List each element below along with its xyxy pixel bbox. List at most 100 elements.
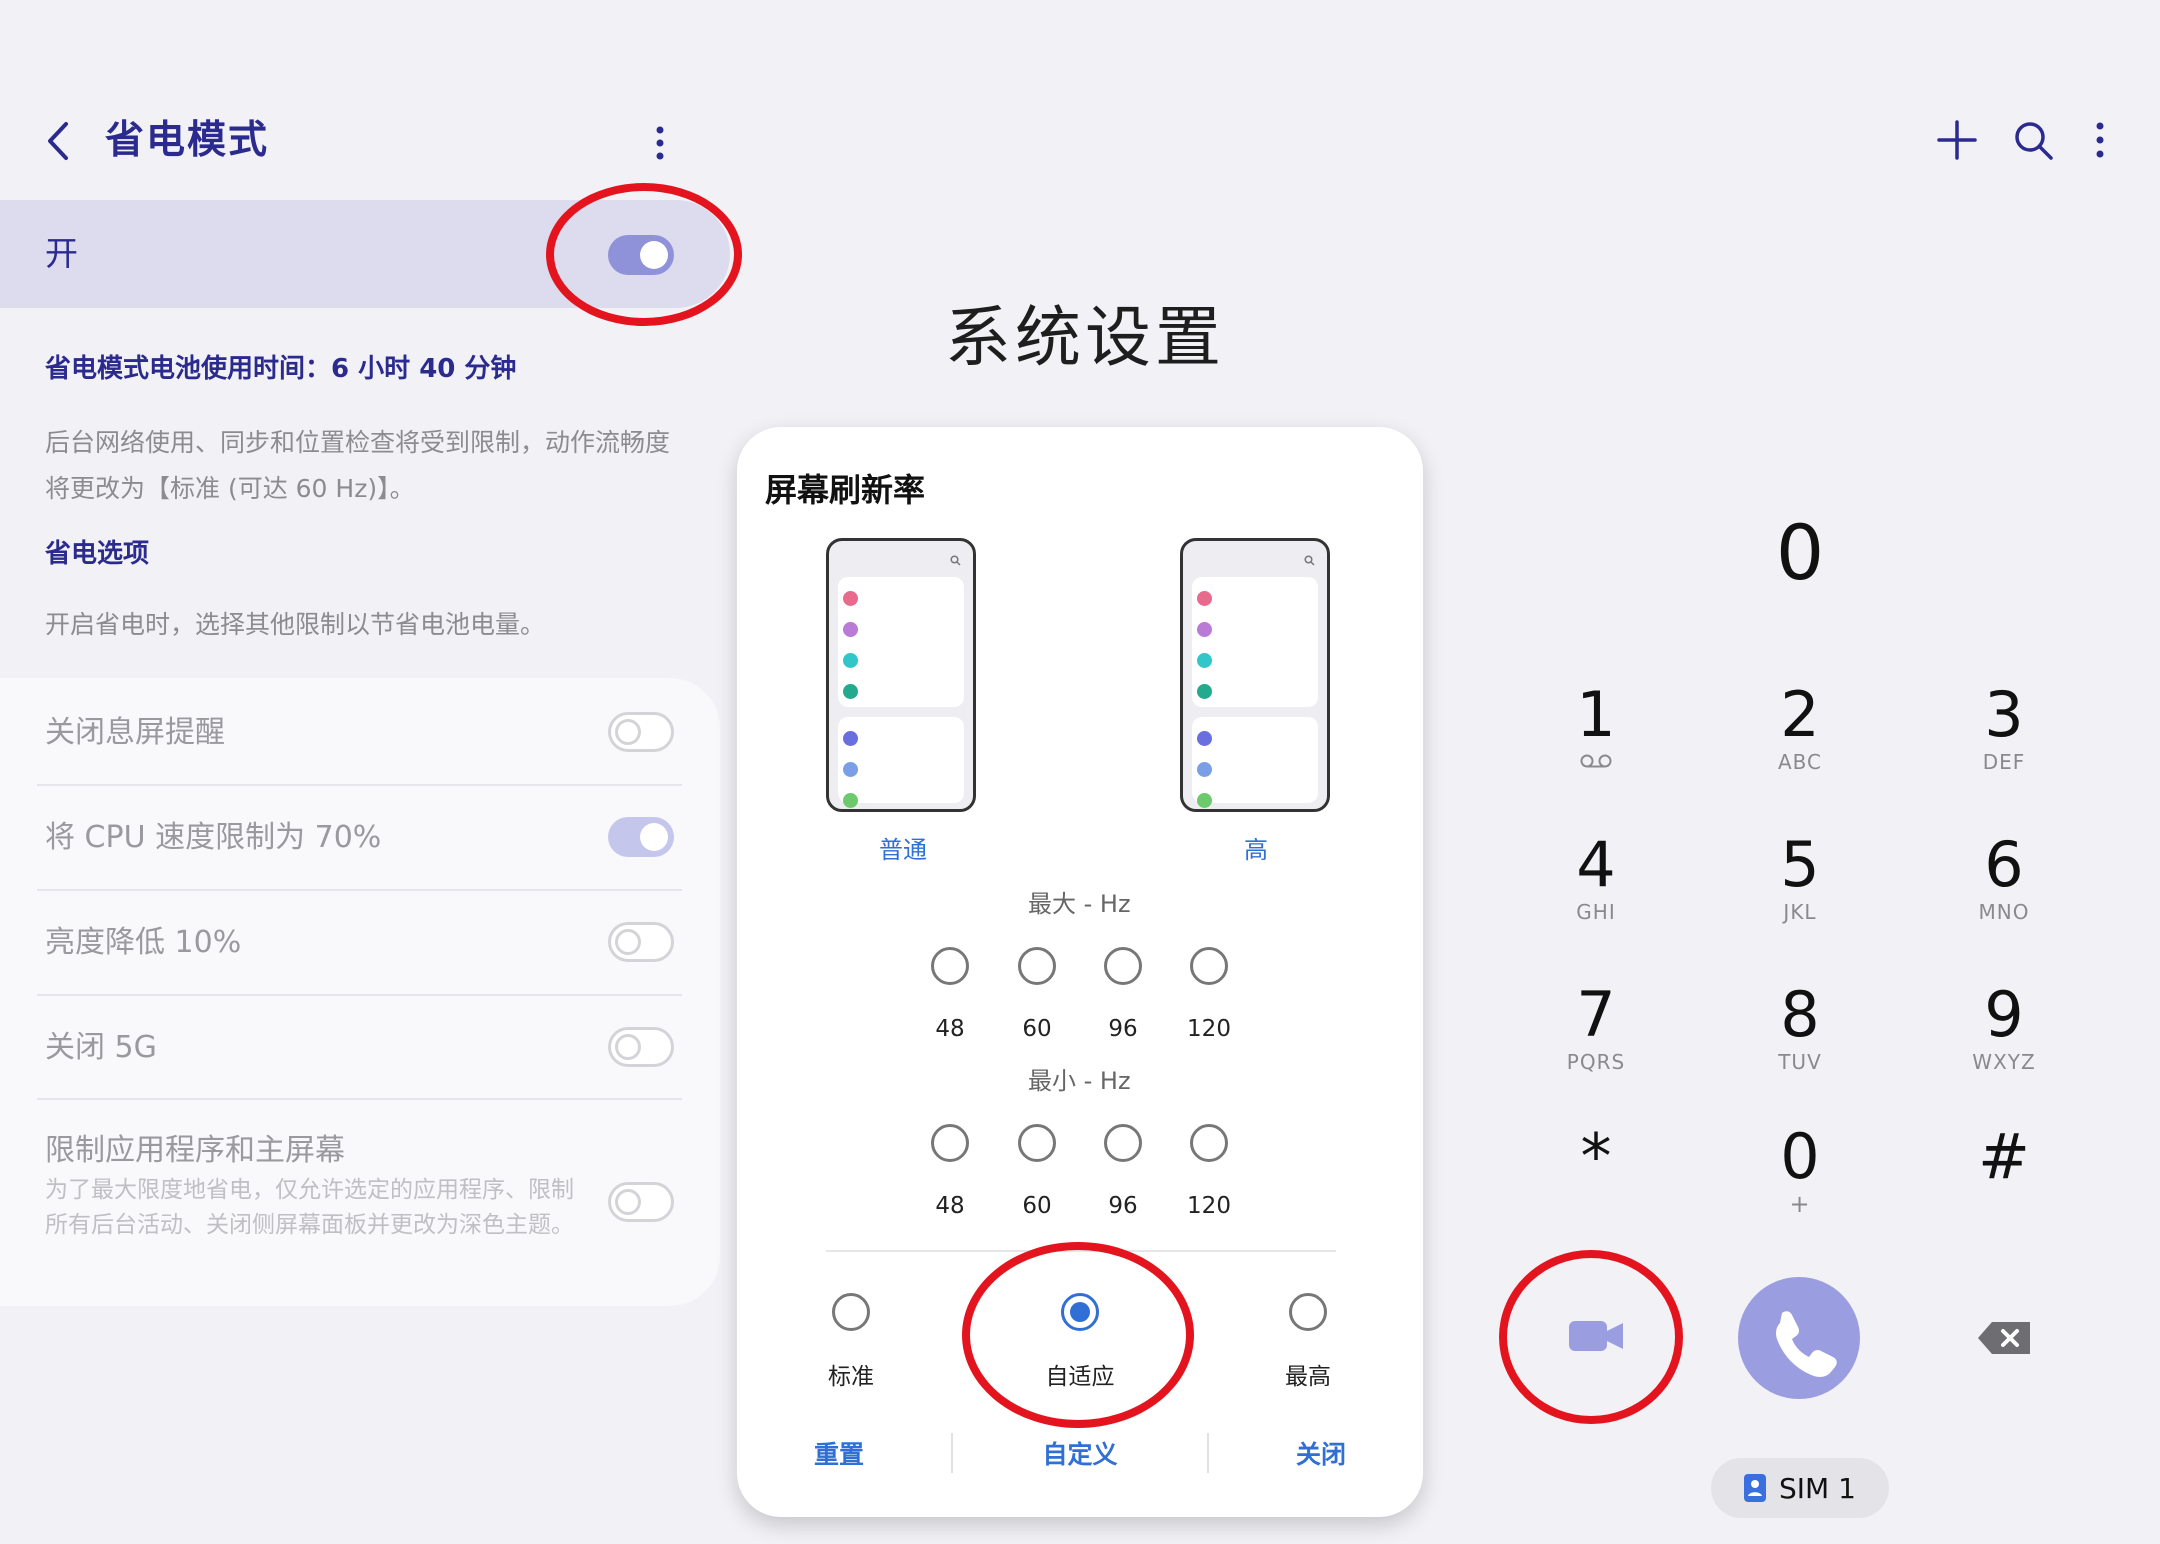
preset-standard-label: 标准 [828, 1364, 874, 1390]
divider [37, 1098, 682, 1100]
key-digit: 4 [1576, 828, 1616, 901]
mode-normal-label[interactable]: 普通 [879, 833, 927, 867]
option-restrict-apps-description: 为了最大限度地省电，仅允许选定的应用程序、限制所有后台活动、关闭侧屏幕面板并更改… [45, 1177, 574, 1238]
option-aod-label: 关闭息屏提醒 [45, 715, 225, 750]
key-digit: 6 [1984, 828, 2024, 901]
key-9[interactable]: 9 WXYZ [1934, 978, 2074, 1075]
option-5g-label: 关闭 5G [45, 1030, 157, 1065]
key-letters: + [1789, 1190, 1811, 1218]
max-hz-header: 最大 - Hz [1028, 890, 1131, 918]
mode-high-label[interactable]: 高 [1244, 833, 1268, 867]
search-icon [1304, 555, 1315, 566]
annotation-circle-master-toggle [546, 183, 742, 326]
voicemail-icon [1580, 754, 1612, 768]
max-hz-120-label: 120 [1187, 1016, 1231, 1042]
key-letters: ABC [1777, 750, 1822, 774]
max-hz-120-radio[interactable] [1190, 947, 1228, 985]
max-hz-60-label: 60 [1022, 1016, 1052, 1042]
divider [37, 889, 682, 891]
min-hz-120-radio[interactable] [1190, 1124, 1228, 1162]
close-button[interactable]: 关闭 [1246, 1437, 1396, 1473]
option-cpu-label: 将 CPU 速度限制为 70% [45, 820, 382, 855]
key-6[interactable]: 6 MNO [1934, 828, 2074, 925]
min-hz-120-label: 120 [1187, 1193, 1231, 1219]
preset-max-radio[interactable] [1289, 1293, 1327, 1331]
key-letters: WXYZ [1972, 1050, 2036, 1074]
option-cpu-toggle[interactable] [608, 817, 674, 857]
master-switch-label: 开 [45, 234, 78, 273]
sim-card-icon [1744, 1474, 1766, 1502]
divider [951, 1433, 953, 1473]
page-title: 省电模式 [105, 118, 270, 163]
key-4[interactable]: 4 GHI [1526, 828, 1666, 925]
option-5g-toggle[interactable] [608, 1027, 674, 1067]
min-hz-48-radio[interactable] [931, 1124, 969, 1162]
dialed-number: 0 [1775, 508, 1825, 597]
max-hz-60-radio[interactable] [1018, 947, 1056, 985]
key-letters: DEF [1982, 750, 2026, 774]
key-digit: 9 [1984, 978, 2024, 1051]
key-3[interactable]: 3 DEF [1934, 680, 2074, 775]
divider [37, 994, 682, 996]
max-hz-96-label: 96 [1108, 1016, 1138, 1042]
backspace-icon[interactable] [1976, 1318, 2034, 1358]
key-0[interactable]: 0 + [1730, 1120, 1870, 1218]
key-digit: 0 [1780, 1120, 1820, 1193]
key-letters: JKL [1783, 900, 1817, 924]
battery-estimate: 省电模式电池使用时间：6 小时 40 分钟 [45, 354, 517, 384]
key-8[interactable]: 8 TUV [1730, 978, 1870, 1075]
min-hz-60-radio[interactable] [1018, 1124, 1056, 1162]
key-digit: # [1978, 1120, 2030, 1193]
options-heading: 省电选项 [45, 539, 150, 569]
options-description: 开启省电时，选择其他限制以节省电池电量。 [45, 610, 546, 639]
annotation-circle-adaptive [962, 1242, 1194, 1428]
more-vert-icon [656, 126, 664, 160]
key-1[interactable]: 1 [1526, 680, 1666, 770]
annotation-circle-video-call [1499, 1250, 1683, 1424]
divider [37, 784, 682, 786]
key-letters: TUV [1778, 1050, 1822, 1074]
reset-button[interactable]: 重置 [764, 1437, 914, 1473]
back-button[interactable] [40, 116, 80, 166]
dialog-title: 屏幕刷新率 [765, 471, 926, 509]
key-digit: * [1580, 1120, 1612, 1193]
option-aod-toggle[interactable] [608, 712, 674, 752]
search-icon [950, 555, 961, 566]
option-restrict-apps-label: 限制应用程序和主屏幕 [45, 1133, 345, 1168]
key-digit: 2 [1780, 678, 1820, 751]
divider [1207, 1433, 1209, 1473]
power-saving-description: 后台网络使用、同步和位置检查将受到限制，动作流畅度将更改为【标准 (可达 60 … [45, 428, 671, 503]
max-hz-48-label: 48 [935, 1016, 965, 1042]
phone-icon [1776, 1311, 1837, 1377]
min-hz-96-radio[interactable] [1104, 1124, 1142, 1162]
key-2[interactable]: 2 ABC [1730, 678, 1870, 775]
option-brightness-toggle[interactable] [608, 922, 674, 962]
option-brightness-label: 亮度降低 10% [45, 925, 242, 960]
min-hz-header: 最小 - Hz [1028, 1067, 1131, 1095]
custom-button[interactable]: 自定义 [1005, 1437, 1155, 1473]
key-digit: 8 [1780, 978, 1820, 1051]
sim-label: SIM 1 [1779, 1472, 1856, 1505]
call-button[interactable] [1738, 1277, 1860, 1399]
min-hz-48-label: 48 [935, 1193, 965, 1219]
high-mode-preview[interactable] [1180, 538, 1330, 812]
option-restrict-apps-toggle[interactable] [608, 1182, 674, 1222]
plus-icon[interactable] [1935, 118, 1979, 162]
more-vert-icon[interactable] [2078, 118, 2122, 162]
key-digit: 1 [1576, 678, 1616, 751]
min-hz-96-label: 96 [1108, 1193, 1138, 1219]
more-options-button[interactable] [645, 118, 675, 168]
max-hz-96-radio[interactable] [1104, 947, 1142, 985]
key-5[interactable]: 5 JKL [1730, 830, 1870, 925]
key-7[interactable]: 7 PQRS [1526, 980, 1666, 1075]
key-hash[interactable]: # [1934, 1122, 2074, 1192]
preset-standard-radio[interactable] [832, 1293, 870, 1331]
key-letters: GHI [1576, 900, 1616, 924]
search-icon[interactable] [2011, 118, 2055, 162]
normal-mode-preview[interactable] [826, 538, 976, 812]
key-letters: PQRS [1566, 1050, 1626, 1074]
back-arrow-icon [48, 122, 68, 160]
max-hz-48-radio[interactable] [931, 947, 969, 985]
key-star[interactable]: * [1526, 1122, 1666, 1192]
preset-max-label: 最高 [1285, 1364, 1331, 1390]
